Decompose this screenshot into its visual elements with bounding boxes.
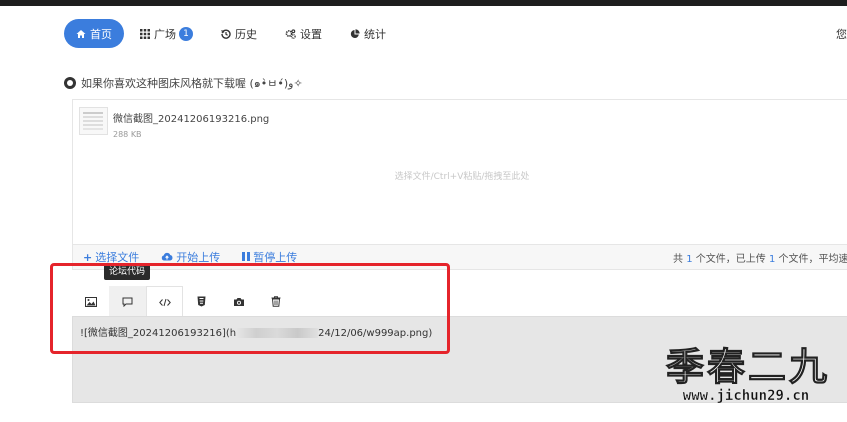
cloud-upload-icon — [161, 251, 173, 264]
tab-image-link[interactable] — [72, 286, 109, 316]
nav-stats[interactable]: 统计 — [338, 19, 398, 48]
comment-icon — [122, 292, 133, 311]
blurred-url-segment — [236, 328, 319, 338]
nav-square-label: 广场 — [154, 27, 176, 41]
pause-icon — [242, 251, 251, 264]
nav-history[interactable]: 历史 — [209, 19, 269, 48]
promo-text: 如果你喜欢这种图床风格就下载喔 (๑•̀ㅂ•́)و✧ — [81, 77, 303, 90]
trash-icon — [271, 292, 281, 311]
window-top-bar — [0, 0, 847, 6]
nav-square[interactable]: 广场 1 — [128, 19, 205, 48]
choose-file-button[interactable]: + 选择文件 — [83, 249, 139, 265]
nav-settings-label: 设置 — [300, 27, 322, 41]
watermark: 季春二九 www.jichun29.cn — [666, 344, 831, 404]
upload-status: 共 1 个文件，已上传 1 个文件，平均速 — [673, 250, 847, 265]
tooltip-forum-code: 论坛代码 — [104, 264, 151, 280]
user-greeting[interactable]: 您 — [836, 26, 847, 42]
tab-screenshot[interactable] — [220, 286, 257, 316]
status-total-count: 1 — [686, 253, 693, 265]
status-suffix: 个文件，平均速 — [778, 253, 847, 265]
file-thumbnail — [79, 107, 108, 135]
file-size: 288 KB — [113, 130, 142, 139]
code-icon — [158, 292, 171, 311]
nav-home-label: 首页 — [90, 27, 112, 41]
plus-icon: + — [83, 250, 93, 264]
tab-markdown-code[interactable] — [146, 286, 183, 316]
camera-icon — [233, 292, 245, 311]
image-icon — [84, 292, 97, 311]
output-link-prefix: ![微信截图_20241206193216](h — [80, 328, 237, 339]
status-prefix: 共 — [673, 253, 683, 265]
grid-icon — [140, 28, 150, 39]
file-name: 微信截图_20241206193216.png — [113, 114, 270, 125]
upload-action-bar: + 选择文件 开始上传 暂停上传 共 1 个文件，已上传 1 个文件，平均速 — [72, 244, 847, 270]
github-icon — [64, 77, 76, 89]
pie-chart-icon — [350, 28, 360, 39]
status-uploaded-count: 1 — [768, 253, 776, 265]
html5-icon — [197, 292, 206, 311]
watermark-title: 季春二九 — [666, 344, 831, 389]
pause-upload-label: 暂停上传 — [253, 251, 298, 264]
drop-hint: 选择文件/Ctrl+V粘贴/拖拽至此处 — [394, 172, 530, 182]
upload-dropzone[interactable]: 微信截图_20241206193216.png 288 KB 选择文件/Ctrl… — [72, 99, 847, 244]
output-link-text: ![微信截图_20241206193216](h 24/12/06/w999ap.… — [80, 324, 432, 339]
start-upload-button[interactable]: 开始上传 — [161, 249, 220, 265]
start-upload-label: 开始上传 — [176, 251, 221, 264]
watermark-url: www.jichun29.cn — [682, 388, 810, 404]
nav-history-label: 历史 — [235, 27, 257, 41]
tab-forum-code[interactable] — [109, 286, 146, 316]
notification-badge: 1 — [179, 26, 193, 41]
gear-icon — [285, 28, 296, 39]
file-preview-card[interactable]: 微信截图_20241206193216.png 288 KB — [79, 107, 269, 139]
home-icon — [76, 29, 86, 39]
tab-delete[interactable] — [257, 286, 294, 316]
choose-file-label: 选择文件 — [95, 251, 140, 264]
main-nav: 首页 广场 1 历史 设置 统计 — [64, 19, 402, 48]
promo-banner[interactable]: 如果你喜欢这种图床风格就下载喔 (๑•̀ㅂ•́)و✧ — [64, 74, 303, 92]
nav-home[interactable]: 首页 — [64, 19, 124, 48]
output-link-suffix: 24/12/06/w999ap.png) — [318, 328, 433, 339]
link-format-tabs — [72, 286, 294, 316]
tab-html-code[interactable] — [183, 286, 220, 316]
history-icon — [221, 28, 231, 39]
status-mid: 个文件，已上传 — [695, 253, 766, 265]
nav-settings[interactable]: 设置 — [273, 19, 334, 48]
pause-upload-button[interactable]: 暂停上传 — [242, 249, 297, 265]
nav-stats-label: 统计 — [364, 27, 386, 41]
